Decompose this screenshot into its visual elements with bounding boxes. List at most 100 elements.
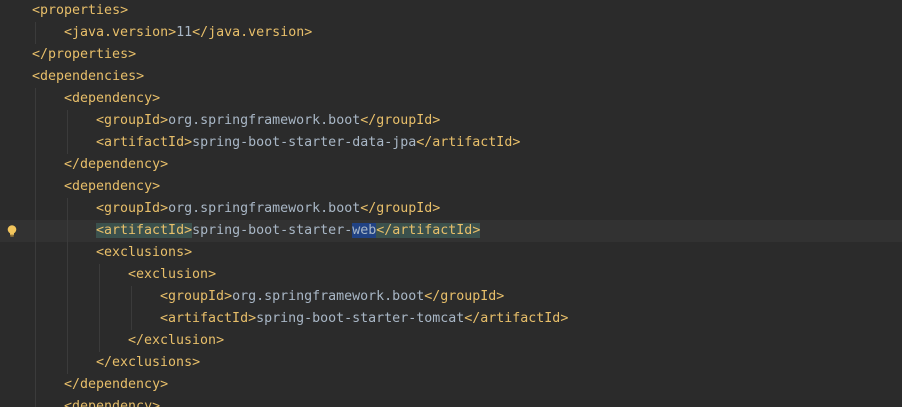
xml-tag-name: exclusions (112, 355, 193, 370)
code-line[interactable]: <exclusion> (0, 264, 902, 286)
indent-guide (131, 286, 132, 308)
xml-bracket: < (96, 245, 105, 260)
indent-guide (35, 22, 36, 44)
code-text: <java.version>11</java.version> (64, 22, 312, 44)
xml-text-value: 11 (176, 25, 193, 40)
xml-tag-name: dependency (80, 157, 161, 172)
indent-guide (35, 154, 36, 176)
code-line[interactable]: <properties> (0, 0, 902, 22)
code-text: <dependency> (64, 396, 160, 407)
indent-guide (99, 308, 100, 330)
xml-bracket: > (184, 223, 193, 238)
indent-guide (35, 352, 36, 374)
code-line[interactable]: <groupId>org.springframework.boot</group… (0, 286, 902, 308)
xml-bracket: < (128, 267, 137, 282)
code-line[interactable]: <artifactId>spring-boot-starter-tomcat</… (0, 308, 902, 330)
code-line[interactable]: <dependency> (0, 88, 902, 110)
code-text: <dependencies> (32, 66, 144, 88)
indent-guide (35, 308, 36, 330)
code-editor[interactable]: <properties> <java.version>11</java.versi… (0, 0, 902, 407)
code-line[interactable]: <java.version>11</java.version> (0, 22, 902, 44)
xml-bracket: < (160, 289, 169, 304)
code-text: <exclusions> (96, 242, 192, 264)
xml-bracket: > (128, 47, 137, 62)
xml-bracket: > (184, 245, 193, 260)
indent-guide (35, 396, 36, 407)
xml-bracket: < (96, 135, 105, 150)
code-text: < artifactId >spring-boot-starter-data-jpa… (96, 132, 520, 154)
xml-tag-name: exclusions (104, 245, 185, 260)
xml-bracket: </ (424, 289, 441, 304)
code-line[interactable]: <artifactId>spring-boot-starter-web</art… (0, 220, 902, 242)
xml-tag-name: exclusion (136, 267, 209, 282)
indent-guide (35, 110, 36, 132)
xml-tag-name: dependency (72, 179, 153, 194)
xml-bracket: > (248, 311, 257, 326)
xml-tag-name: groupId (376, 201, 433, 216)
xml-tag-name: artifactId (432, 135, 513, 150)
code-text: </exclusion> (128, 330, 224, 352)
xml-tag-name: groupId (376, 113, 433, 128)
xml-tag-name: artifactId (104, 223, 185, 238)
code-line[interactable]: <groupId>org.springframework.boot</group… (0, 110, 902, 132)
code-line[interactable]: </dependency> (0, 154, 902, 176)
code-line[interactable]: </dependency> (0, 374, 902, 396)
xml-bracket: </ (32, 47, 49, 62)
code-line[interactable]: </exclusion> (0, 330, 902, 352)
xml-bracket: < (160, 311, 169, 326)
code-line[interactable]: <dependency> (0, 176, 902, 198)
xml-bracket: </ (376, 223, 393, 238)
xml-bracket: > (184, 135, 193, 150)
indent-guide (35, 88, 36, 110)
xml-bracket: > (208, 267, 217, 282)
code-line[interactable]: <groupId>org.springframework.boot</group… (0, 198, 902, 220)
xml-bracket: > (160, 377, 169, 392)
xml-bracket: > (216, 333, 225, 348)
xml-bracket: < (96, 223, 105, 238)
indent-guide (35, 330, 36, 352)
xml-bracket: > (160, 113, 169, 128)
xml-tag-name: dependency (72, 91, 153, 106)
code-text: <dependency> (64, 176, 160, 198)
xml-bracket: > (432, 113, 441, 128)
indent-guide (67, 330, 68, 352)
xml-bracket: > (160, 201, 169, 216)
indent-guide (35, 374, 36, 396)
indent-guide (35, 242, 36, 264)
xml-bracket: < (64, 399, 73, 407)
code-line[interactable]: <dependencies> (0, 66, 902, 88)
xml-tag-name: groupId (168, 289, 225, 304)
xml-text-value: spring-boot-starter-data-jpa (192, 135, 417, 150)
code-line[interactable]: </properties> (0, 44, 902, 66)
code-line[interactable]: < artifactId >spring-boot-starter-data-jpa… (0, 132, 902, 154)
xml-bracket: > (192, 355, 201, 370)
xml-bracket: < (32, 69, 41, 84)
code-line[interactable]: <exclusions> (0, 242, 902, 264)
xml-tag-name: groupId (104, 113, 161, 128)
xml-bracket: > (168, 25, 177, 40)
code-line[interactable]: </exclusions> (0, 352, 902, 374)
xml-tag-name: dependencies (40, 69, 137, 84)
code-text: <groupId>org.springframework.boot</group… (96, 198, 440, 220)
code-text: <properties> (32, 0, 128, 22)
indent-guide (67, 110, 68, 132)
code-text: <exclusion> (128, 264, 216, 286)
xml-tag-name: properties (48, 47, 129, 62)
xml-bracket: </ (360, 113, 377, 128)
xml-bracket: </ (464, 311, 481, 326)
indent-guide (67, 264, 68, 286)
code-text: <artifactId>spring-boot-starter-tomcat</… (160, 308, 568, 330)
xml-bracket: > (120, 3, 129, 18)
xml-bracket: > (432, 201, 441, 216)
xml-tag-name: groupId (104, 201, 161, 216)
xml-tag-name: properties (40, 3, 121, 18)
xml-tag-name: dependency (80, 377, 161, 392)
indent-guide (67, 242, 68, 264)
indent-guide (99, 264, 100, 286)
indent-guide (67, 286, 68, 308)
xml-bracket: </ (64, 377, 81, 392)
code-line[interactable]: <dependency> (0, 396, 902, 407)
xml-bracket: > (152, 399, 161, 407)
lightbulb-icon[interactable] (5, 224, 19, 238)
indent-guide (99, 330, 100, 352)
